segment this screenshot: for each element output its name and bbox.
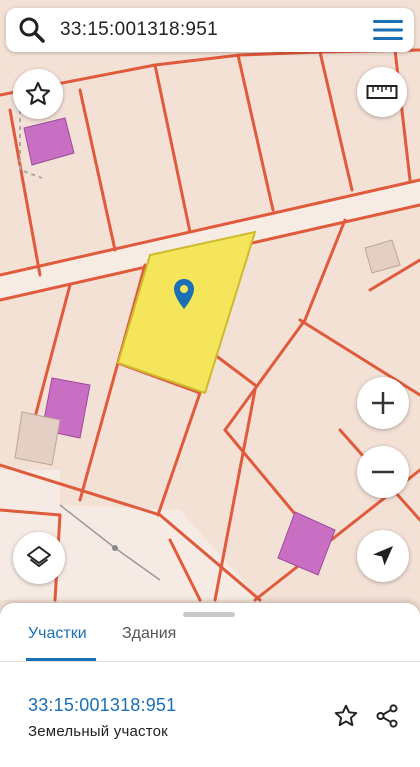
star-icon	[334, 704, 358, 727]
layers-icon	[27, 546, 51, 567]
menu-icon[interactable]	[372, 18, 404, 42]
zoom-in-button[interactable]	[357, 377, 409, 429]
favorite-button[interactable]	[13, 69, 63, 119]
layers-button[interactable]	[13, 532, 65, 584]
active-tab-indicator	[26, 658, 96, 661]
measure-button[interactable]	[357, 67, 407, 117]
parcel-type: Земельный участок	[28, 723, 168, 740]
tab-bar: Участки Здания	[0, 617, 420, 662]
ruler-icon	[366, 85, 398, 99]
locate-button[interactable]	[357, 530, 409, 582]
plus-icon	[372, 392, 394, 414]
share-button[interactable]	[372, 701, 402, 731]
zoom-out-button[interactable]	[357, 446, 409, 498]
map-pin-icon	[174, 279, 194, 309]
search-icon[interactable]	[18, 16, 46, 44]
tab-parcels[interactable]: Участки	[28, 625, 87, 643]
tab-buildings[interactable]: Здания	[122, 625, 176, 643]
parcel-cadastral-number[interactable]: 33:15:001318:951	[28, 695, 176, 716]
search-bar[interactable]: 33:15:001318:951	[6, 8, 414, 52]
star-icon	[25, 81, 51, 105]
navigation-arrow-icon	[373, 546, 393, 566]
minus-icon	[372, 470, 394, 474]
share-icon	[376, 704, 398, 728]
search-input[interactable]: 33:15:001318:951	[60, 19, 372, 41]
favorite-parcel-button[interactable]	[331, 701, 361, 731]
bottom-sheet: Участки Здания 33:15:001318:951 Земельны…	[0, 603, 420, 767]
